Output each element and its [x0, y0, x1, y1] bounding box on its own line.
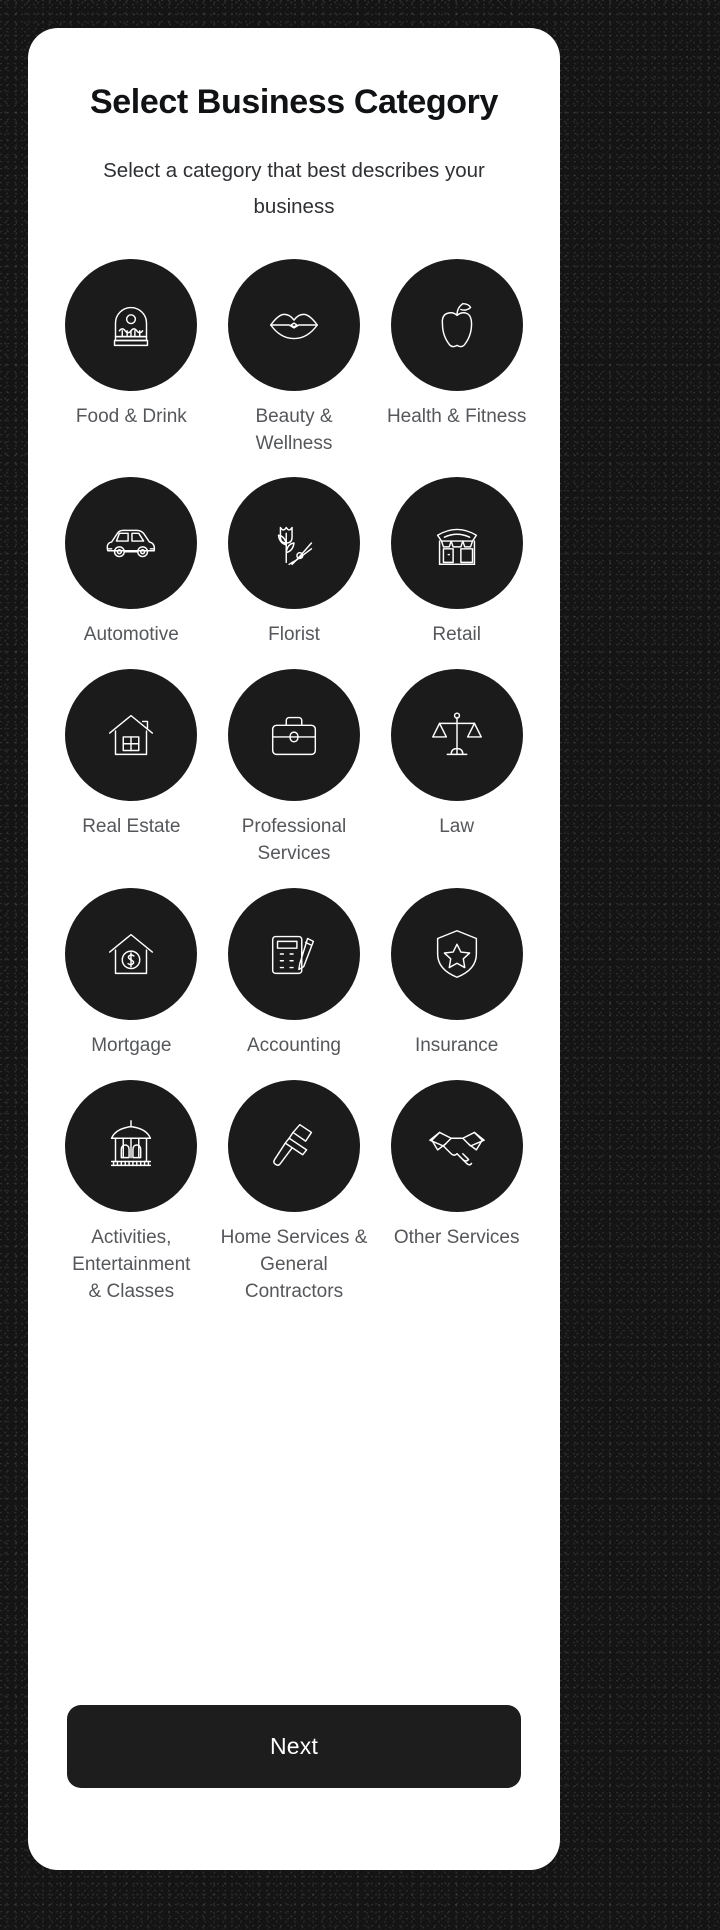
category-label: Florist — [268, 624, 320, 646]
category-icon-circle — [227, 669, 360, 802]
category-icon-circle — [390, 1080, 523, 1213]
carousel-icon — [111, 1120, 152, 1167]
category-item-health-fitness[interactable]: Health & Fitness — [375, 255, 538, 458]
category-item-retail[interactable]: Retail — [375, 473, 538, 649]
tulip-shears-icon — [277, 527, 313, 566]
lips-icon — [270, 313, 318, 339]
category-icon-circle — [227, 888, 360, 1021]
category-icon-circle — [227, 1080, 360, 1213]
category-item-beauty-wellness[interactable]: Beauty & Wellness — [213, 255, 376, 458]
category-icon-circle — [65, 888, 198, 1021]
category-icon-circle — [65, 669, 198, 802]
category-item-other-services[interactable]: Other Services — [375, 1076, 538, 1306]
shield-star-icon — [436, 930, 477, 979]
category-item-law[interactable]: Law — [375, 665, 538, 868]
next-button[interactable]: Next — [67, 1705, 521, 1788]
footer-spacer — [50, 1788, 538, 1870]
page-subtitle: Select a category that best describes yo… — [103, 158, 485, 218]
hammer-icon — [273, 1124, 313, 1167]
briefcase-icon — [271, 717, 317, 756]
category-grid: Food & Drink Beauty & Wellness Health & … — [50, 255, 538, 1307]
category-label: Automotive — [83, 624, 179, 646]
scales-icon — [431, 712, 482, 756]
category-icon-circle — [227, 258, 360, 391]
category-label: Beauty & Wellness — [255, 405, 333, 454]
category-item-food-drink[interactable]: Food & Drink — [50, 255, 213, 458]
category-item-activities-entertainment-classes[interactable]: Activities, Entertainment & Classes — [50, 1076, 213, 1306]
cupcake-icon — [114, 306, 149, 346]
category-label: Mortgage — [91, 1035, 172, 1057]
category-icon-circle — [65, 477, 198, 610]
category-item-insurance[interactable]: Insurance — [375, 884, 538, 1060]
category-item-florist[interactable]: Florist — [213, 473, 376, 649]
house-dollar-icon — [109, 934, 154, 975]
category-icon-circle — [390, 258, 523, 391]
category-label: Insurance — [414, 1035, 499, 1057]
screen: Select Business Category Select a catego… — [28, 28, 560, 1870]
category-label: Accounting — [246, 1035, 341, 1057]
category-item-professional-services[interactable]: Professional Services — [213, 665, 376, 868]
phone-card: Select Business Category Select a catego… — [28, 28, 560, 1870]
house-icon — [109, 715, 154, 756]
car-icon — [106, 530, 156, 558]
category-item-automotive[interactable]: Automotive — [50, 473, 213, 649]
apple-icon — [441, 302, 472, 347]
category-item-real-estate[interactable]: Real Estate — [50, 665, 213, 868]
category-label: Retail — [432, 624, 481, 646]
category-icon-circle — [390, 477, 523, 610]
category-icon-circle — [390, 888, 523, 1021]
category-label: Activities, Entertainment & Classes — [72, 1227, 191, 1303]
page-title: Select Business Category — [89, 83, 498, 121]
category-label: Other Services — [393, 1227, 520, 1249]
calculator-pen-icon — [271, 936, 315, 975]
category-item-accounting[interactable]: Accounting — [213, 884, 376, 1060]
category-item-home-services-contractors[interactable]: Home Services & General Contractors — [213, 1076, 376, 1306]
category-label: Real Estate — [82, 816, 181, 838]
category-icon-circle — [227, 477, 360, 610]
category-icon-circle — [65, 258, 198, 391]
category-label: Food & Drink — [75, 405, 187, 427]
category-item-mortgage[interactable]: Mortgage — [50, 884, 213, 1060]
storefront-icon — [436, 529, 477, 566]
category-label: Home Services & General Contractors — [220, 1227, 368, 1303]
category-icon-circle — [390, 669, 523, 802]
category-label: Professional Services — [241, 816, 347, 865]
category-label: Health & Fitness — [386, 405, 527, 427]
handshake-icon — [428, 1132, 485, 1166]
category-icon-circle — [65, 1080, 198, 1213]
category-label: Law — [439, 816, 475, 838]
next-button-label: Next — [269, 1733, 319, 1759]
